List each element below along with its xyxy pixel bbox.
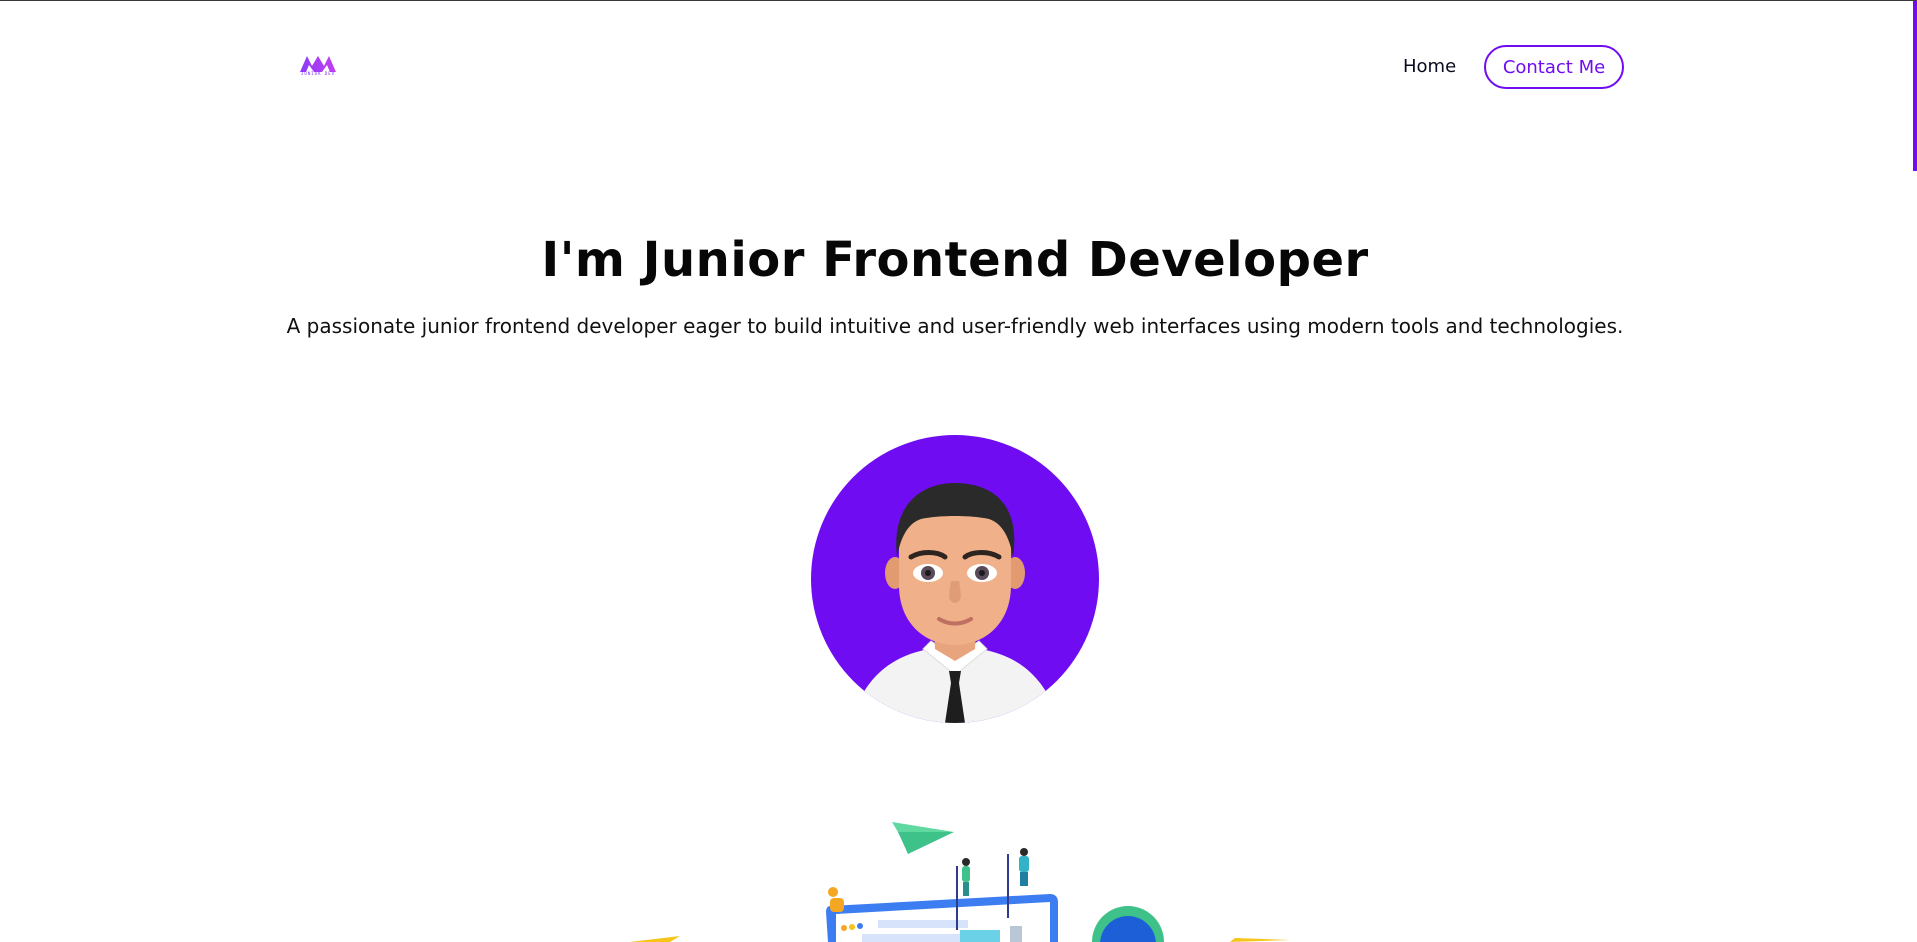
hero-title: I'm Junior Frontend Developer xyxy=(541,232,1369,288)
avatar-image xyxy=(851,483,1059,723)
site-header: JUNIOR DEV Home Contact Me xyxy=(0,0,1913,120)
logo-text: JUNIOR DEV xyxy=(300,71,336,76)
hero-subtitle: A passionate junior frontend developer e… xyxy=(286,314,1624,338)
avatar xyxy=(811,435,1099,723)
logo-icon[interactable] xyxy=(298,54,338,80)
scrollbar-thumb[interactable] xyxy=(1913,1,1917,171)
contact-me-button[interactable]: Contact Me xyxy=(1484,45,1624,89)
team-building-website-illustration xyxy=(630,810,1310,942)
nav-home-link[interactable]: Home xyxy=(1403,56,1456,77)
